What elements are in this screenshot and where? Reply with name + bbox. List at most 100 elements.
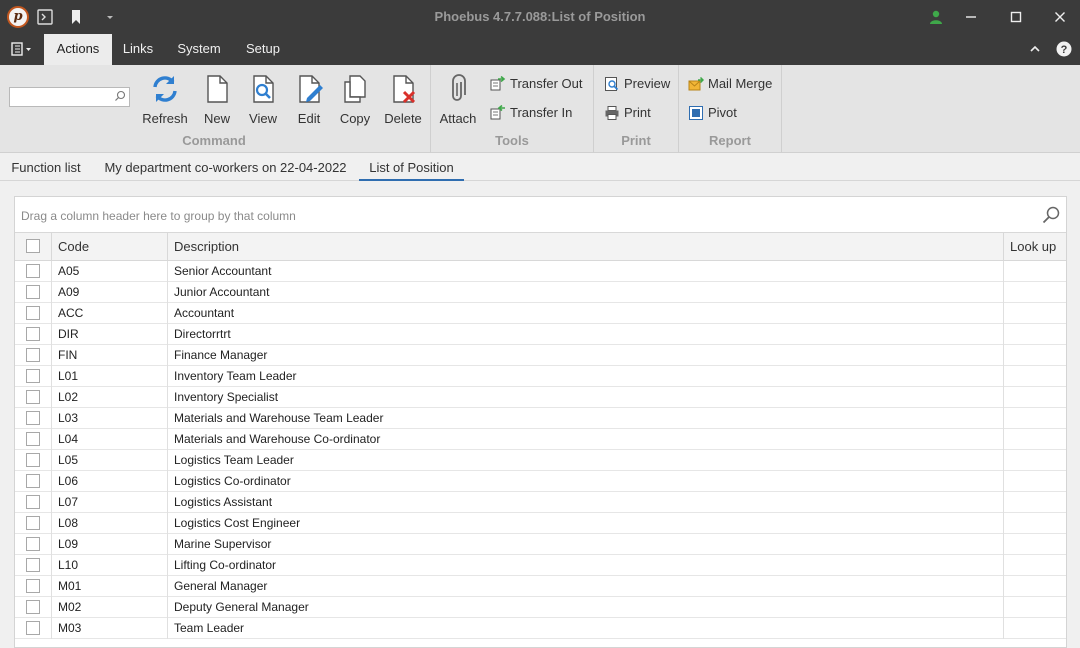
table-row[interactable]: M03 Team Leader (15, 618, 1066, 639)
row-checkbox[interactable] (26, 390, 40, 404)
maximize-button[interactable] (1005, 6, 1027, 28)
row-checkbox[interactable] (26, 285, 40, 299)
description-cell[interactable]: Logistics Cost Engineer (168, 513, 1004, 534)
code-cell[interactable]: L05 (52, 450, 168, 471)
view-button[interactable]: View (243, 73, 283, 126)
transfer-out-button[interactable]: Transfer Out (490, 74, 590, 94)
row-checkbox[interactable] (26, 306, 40, 320)
column-header-description[interactable]: Description (168, 233, 1004, 261)
description-cell[interactable]: Finance Manager (168, 345, 1004, 366)
lookup-cell[interactable] (1004, 324, 1066, 345)
code-cell[interactable]: L04 (52, 429, 168, 450)
description-cell[interactable]: Marine Supervisor (168, 534, 1004, 555)
row-checkbox[interactable] (26, 537, 40, 551)
description-cell[interactable]: Logistics Team Leader (168, 450, 1004, 471)
lookup-cell[interactable] (1004, 261, 1066, 282)
code-cell[interactable]: ACC (52, 303, 168, 324)
code-cell[interactable]: L07 (52, 492, 168, 513)
edit-button[interactable]: Edit (290, 73, 328, 126)
search-icon[interactable] (114, 90, 126, 102)
transfer-in-button[interactable]: Transfer In (490, 103, 590, 123)
find-icon[interactable] (1042, 206, 1060, 224)
copy-button[interactable]: Copy (336, 73, 374, 126)
code-cell[interactable]: L02 (52, 387, 168, 408)
ribbon-search-box[interactable] (9, 87, 130, 107)
delete-button[interactable]: Delete (382, 73, 424, 126)
table-row[interactable]: L07 Logistics Assistant (15, 492, 1066, 513)
tab-list-of-position[interactable]: List of Position (359, 154, 464, 181)
code-cell[interactable]: L03 (52, 408, 168, 429)
table-row[interactable]: L09 Marine Supervisor (15, 534, 1066, 555)
table-row[interactable]: L08 Logistics Cost Engineer (15, 513, 1066, 534)
lookup-cell[interactable] (1004, 513, 1066, 534)
table-row[interactable]: L10 Lifting Co-ordinator (15, 555, 1066, 576)
tab-system[interactable]: System (168, 34, 230, 65)
code-cell[interactable]: DIR (52, 324, 168, 345)
description-cell[interactable]: Directorrtrt (168, 324, 1004, 345)
row-checkbox[interactable] (26, 411, 40, 425)
row-checkbox[interactable] (26, 453, 40, 467)
pivot-button[interactable]: Pivot (688, 103, 758, 123)
code-cell[interactable]: FIN (52, 345, 168, 366)
lookup-cell[interactable] (1004, 345, 1066, 366)
table-row[interactable]: L04 Materials and Warehouse Co-ordinator (15, 429, 1066, 450)
tab-links[interactable]: Links (113, 34, 163, 65)
description-cell[interactable]: Inventory Specialist (168, 387, 1004, 408)
minimize-button[interactable] (960, 6, 982, 28)
tab-setup[interactable]: Setup (236, 34, 290, 65)
table-row[interactable]: DIR Directorrtrt (15, 324, 1066, 345)
group-by-panel[interactable]: Drag a column header here to group by th… (15, 197, 1066, 233)
row-checkbox[interactable] (26, 432, 40, 446)
table-row[interactable]: L03 Materials and Warehouse Team Leader (15, 408, 1066, 429)
description-cell[interactable]: Materials and Warehouse Team Leader (168, 408, 1004, 429)
tab-actions[interactable]: Actions (44, 34, 112, 65)
close-button[interactable] (1049, 6, 1071, 28)
lookup-cell[interactable] (1004, 618, 1066, 639)
row-checkbox[interactable] (26, 327, 40, 341)
help-icon[interactable]: ? (1056, 41, 1072, 57)
lookup-cell[interactable] (1004, 366, 1066, 387)
row-checkbox[interactable] (26, 264, 40, 278)
table-row[interactable]: M01 General Manager (15, 576, 1066, 597)
description-cell[interactable]: Materials and Warehouse Co-ordinator (168, 429, 1004, 450)
lookup-cell[interactable] (1004, 408, 1066, 429)
refresh-button[interactable]: Refresh (140, 73, 190, 126)
tab-department-coworkers[interactable]: My department co-workers on 22-04-2022 (96, 154, 355, 181)
table-row[interactable]: A05 Senior Accountant (15, 261, 1066, 282)
code-cell[interactable]: M02 (52, 597, 168, 618)
column-header-code[interactable]: Code (52, 233, 168, 261)
code-cell[interactable]: M01 (52, 576, 168, 597)
attach-button[interactable]: Attach (438, 73, 478, 126)
row-checkbox[interactable] (26, 474, 40, 488)
row-checkbox[interactable] (26, 516, 40, 530)
mail-merge-button[interactable]: Mail Merge (688, 74, 778, 94)
code-cell[interactable]: L06 (52, 471, 168, 492)
app-menu-icon[interactable] (10, 40, 34, 58)
column-header-lookup[interactable]: Look up (1004, 233, 1066, 261)
row-checkbox[interactable] (26, 558, 40, 572)
lookup-cell[interactable] (1004, 471, 1066, 492)
lookup-cell[interactable] (1004, 492, 1066, 513)
description-cell[interactable]: Inventory Team Leader (168, 366, 1004, 387)
code-cell[interactable]: L08 (52, 513, 168, 534)
row-checkbox[interactable] (26, 348, 40, 362)
lookup-cell[interactable] (1004, 576, 1066, 597)
new-button[interactable]: New (197, 73, 237, 126)
collapse-ribbon-icon[interactable] (1027, 41, 1043, 57)
lookup-cell[interactable] (1004, 450, 1066, 471)
description-cell[interactable]: Senior Accountant (168, 261, 1004, 282)
print-button[interactable]: Print (604, 103, 674, 123)
code-cell[interactable]: A05 (52, 261, 168, 282)
row-checkbox[interactable] (26, 621, 40, 635)
preview-button[interactable]: Preview (604, 74, 674, 94)
table-row[interactable]: A09 Junior Accountant (15, 282, 1066, 303)
description-cell[interactable]: General Manager (168, 576, 1004, 597)
table-row[interactable]: L05 Logistics Team Leader (15, 450, 1066, 471)
lookup-cell[interactable] (1004, 429, 1066, 450)
table-row[interactable]: L01 Inventory Team Leader (15, 366, 1066, 387)
lookup-cell[interactable] (1004, 282, 1066, 303)
row-checkbox[interactable] (26, 600, 40, 614)
description-cell[interactable]: Logistics Assistant (168, 492, 1004, 513)
ribbon-search-input[interactable] (10, 88, 110, 106)
description-cell[interactable]: Lifting Co-ordinator (168, 555, 1004, 576)
